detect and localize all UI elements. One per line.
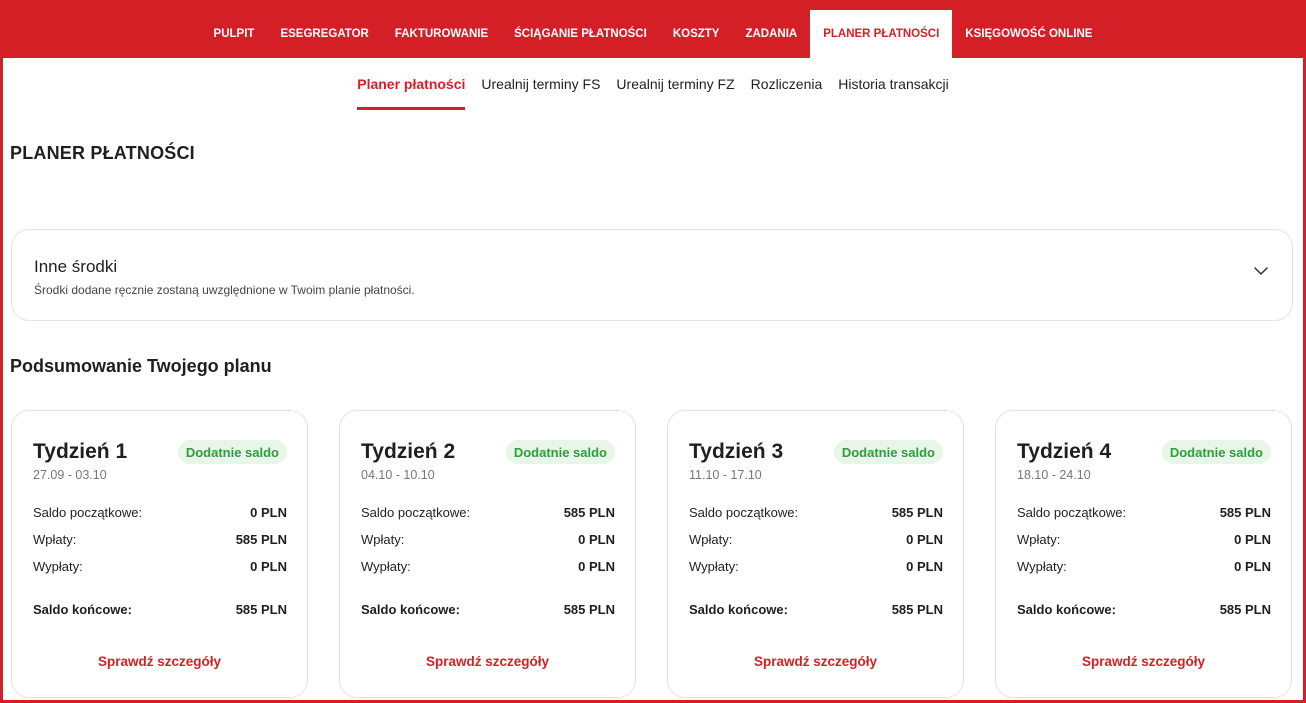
main-nav: PULPIT ESEGREGATOR FAKTUROWANIE ŚCIĄGANI… xyxy=(3,0,1303,58)
details-link[interactable]: Sprawdź szczegóły xyxy=(340,654,635,669)
income-row: Wpłaty: 0 PLN xyxy=(689,530,943,548)
closing-balance-label: Saldo końcowe: xyxy=(361,601,460,617)
opening-balance-label: Saldo początkowe: xyxy=(33,504,143,520)
week-card-3: Tydzień 3 Dodatnie saldo 11.10 - 17.10 S… xyxy=(667,410,964,698)
details-link[interactable]: Sprawdź szczegóły xyxy=(996,654,1291,669)
nav-item-ksiegowosc-online[interactable]: KSIĘGOWOŚĆ ONLINE xyxy=(952,10,1105,58)
income-label: Wpłaty: xyxy=(689,531,733,547)
week-dates: 04.10 - 10.10 xyxy=(361,468,435,482)
payouts-value: 0 PLN xyxy=(250,558,287,574)
income-value: 0 PLN xyxy=(906,531,943,547)
nav-item-pulpit[interactable]: PULPIT xyxy=(201,10,268,58)
opening-balance-row: Saldo początkowe: 0 PLN xyxy=(33,503,287,521)
income-row: Wpłaty: 0 PLN xyxy=(361,530,615,548)
payouts-value: 0 PLN xyxy=(578,558,615,574)
income-value: 0 PLN xyxy=(578,531,615,547)
main-nav-list: PULPIT ESEGREGATOR FAKTUROWANIE ŚCIĄGANI… xyxy=(201,10,1106,58)
closing-balance-row: Saldo końcowe: 585 PLN xyxy=(689,600,943,618)
closing-balance-value: 585 PLN xyxy=(235,601,287,617)
income-row: Wpłaty: 585 PLN xyxy=(33,530,287,548)
status-badge: Dodatnie saldo xyxy=(177,440,287,464)
tab-urealnij-terminy-fs[interactable]: Urealnij terminy FS xyxy=(473,58,608,110)
payouts-row: Wypłaty: 0 PLN xyxy=(1017,557,1271,575)
payouts-row: Wypłaty: 0 PLN xyxy=(33,557,287,575)
payouts-label: Wypłaty: xyxy=(33,558,83,574)
payouts-label: Wypłaty: xyxy=(1017,558,1067,574)
week-dates: 11.10 - 17.10 xyxy=(689,468,762,482)
nav-item-esegregator[interactable]: ESEGREGATOR xyxy=(267,10,381,58)
week-card-4: Tydzień 4 Dodatnie saldo 18.10 - 24.10 S… xyxy=(995,410,1292,698)
summary-title: Podsumowanie Twojego planu xyxy=(10,356,272,376)
chevron-down-icon[interactable] xyxy=(1252,262,1270,280)
opening-balance-row: Saldo początkowe: 585 PLN xyxy=(361,503,615,521)
week-card-1: Tydzień 1 Dodatnie saldo 27.09 - 03.10 S… xyxy=(11,410,308,698)
closing-balance-label: Saldo końcowe: xyxy=(1017,601,1116,617)
details-link[interactable]: Sprawdź szczegóły xyxy=(668,654,963,669)
income-label: Wpłaty: xyxy=(33,531,77,547)
closing-balance-value: 585 PLN xyxy=(1219,601,1271,617)
closing-balance-row: Saldo końcowe: 585 PLN xyxy=(33,600,287,618)
details-link[interactable]: Sprawdź szczegóły xyxy=(12,654,307,669)
income-value: 585 PLN xyxy=(235,531,287,547)
page-title: PLANER PŁATNOŚCI xyxy=(10,143,195,163)
tab-urealnij-terminy-fz[interactable]: Urealnij terminy FZ xyxy=(608,58,742,110)
opening-balance-value: 585 PLN xyxy=(891,504,943,520)
income-label: Wpłaty: xyxy=(361,531,405,547)
status-badge: Dodatnie saldo xyxy=(833,440,943,464)
nav-item-fakturowanie[interactable]: FAKTUROWANIE xyxy=(382,10,501,58)
opening-balance-row: Saldo początkowe: 585 PLN xyxy=(689,503,943,521)
sub-nav: Planer płatności Urealnij terminy FS Ure… xyxy=(3,58,1303,110)
status-badge: Dodatnie saldo xyxy=(1161,440,1271,464)
closing-balance-row: Saldo końcowe: 585 PLN xyxy=(1017,600,1271,618)
week-title: Tydzień 2 xyxy=(361,440,456,463)
payouts-row: Wypłaty: 0 PLN xyxy=(361,557,615,575)
income-label: Wpłaty: xyxy=(1017,531,1061,547)
other-funds-description: Środki dodane ręcznie zostaną uwzględnio… xyxy=(34,283,415,297)
opening-balance-label: Saldo początkowe: xyxy=(361,504,471,520)
nav-item-sciaganie-platnosci[interactable]: ŚCIĄGANIE PŁATNOŚCI xyxy=(501,10,660,58)
nav-item-koszty[interactable]: KOSZTY xyxy=(660,10,733,58)
opening-balance-label: Saldo początkowe: xyxy=(689,504,799,520)
opening-balance-value: 585 PLN xyxy=(1219,504,1271,520)
payouts-row: Wypłaty: 0 PLN xyxy=(689,557,943,575)
closing-balance-value: 585 PLN xyxy=(891,601,943,617)
week-title: Tydzień 1 xyxy=(33,440,128,463)
closing-balance-label: Saldo końcowe: xyxy=(689,601,788,617)
sub-nav-list: Planer płatności Urealnij terminy FS Ure… xyxy=(349,58,957,110)
week-title: Tydzień 4 xyxy=(1017,440,1112,463)
nav-item-planer-platnosci[interactable]: PLANER PŁATNOŚCI xyxy=(810,10,953,58)
week-title: Tydzień 3 xyxy=(689,440,784,463)
status-badge: Dodatnie saldo xyxy=(505,440,615,464)
income-value: 0 PLN xyxy=(1234,531,1271,547)
app-frame: PULPIT ESEGREGATOR FAKTUROWANIE ŚCIĄGANI… xyxy=(3,0,1303,700)
closing-balance-row: Saldo końcowe: 585 PLN xyxy=(361,600,615,618)
week-dates: 18.10 - 24.10 xyxy=(1017,468,1091,482)
closing-balance-label: Saldo końcowe: xyxy=(33,601,132,617)
week-card-2: Tydzień 2 Dodatnie saldo 04.10 - 10.10 S… xyxy=(339,410,636,698)
payouts-value: 0 PLN xyxy=(1234,558,1271,574)
opening-balance-value: 0 PLN xyxy=(250,504,287,520)
payouts-value: 0 PLN xyxy=(906,558,943,574)
income-row: Wpłaty: 0 PLN xyxy=(1017,530,1271,548)
nav-item-zadania[interactable]: ZADANIA xyxy=(732,10,810,58)
opening-balance-label: Saldo początkowe: xyxy=(1017,504,1127,520)
closing-balance-value: 585 PLN xyxy=(563,601,615,617)
tab-planer-platnosci[interactable]: Planer płatności xyxy=(349,58,473,110)
other-funds-panel[interactable]: Inne środki Środki dodane ręcznie zostan… xyxy=(11,229,1293,321)
opening-balance-row: Saldo początkowe: 585 PLN xyxy=(1017,503,1271,521)
opening-balance-value: 585 PLN xyxy=(563,504,615,520)
payouts-label: Wypłaty: xyxy=(361,558,411,574)
tab-historia-transakcji[interactable]: Historia transakcji xyxy=(830,58,956,110)
payouts-label: Wypłaty: xyxy=(689,558,739,574)
tab-rozliczenia[interactable]: Rozliczenia xyxy=(743,58,831,110)
other-funds-title: Inne środki xyxy=(34,257,118,276)
week-dates: 27.09 - 03.10 xyxy=(33,468,107,482)
